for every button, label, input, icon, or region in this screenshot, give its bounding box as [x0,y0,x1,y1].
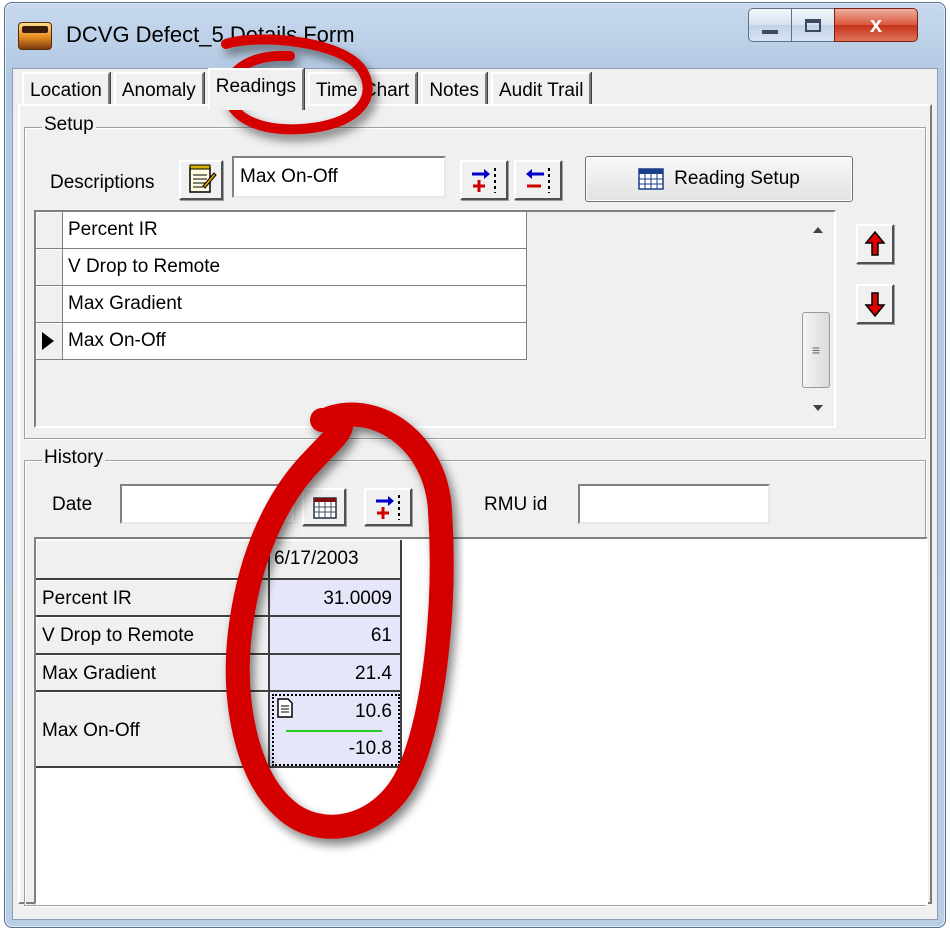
red-down-arrow-icon [864,292,886,318]
minimize-icon [762,30,778,34]
grid-row-header: Percent IR [36,580,270,617]
tab-time-chart[interactable]: Time Chart [308,72,418,108]
close-button[interactable]: x [834,8,918,42]
remove-row-icon [526,168,550,193]
tab-readings[interactable]: Readings [207,68,305,110]
row-indicator [36,249,63,285]
grid-value-cell[interactable]: 31.0009 [270,580,402,617]
edit-description-button[interactable] [179,160,223,200]
list-column-divider [526,212,527,360]
list-item[interactable]: Max Gradient [36,286,526,323]
list-item-label: Max On-Off [68,330,166,351]
app-icon [18,22,52,50]
list-item[interactable]: V Drop to Remote [36,249,526,286]
add-history-button[interactable] [364,488,412,526]
grid-value-cell[interactable]: 21.4 [270,655,402,692]
title-bar[interactable]: DCVG Defect_5 Details Form x [0,0,940,70]
note-icon [277,698,293,718]
max-off-value: -10.8 [348,738,392,759]
tab-notes[interactable]: Notes [421,72,487,108]
grid-corner-cell [36,540,270,580]
grid-row-header: V Drop to Remote [36,617,270,655]
notepad-edit-icon [189,164,217,193]
window-title: DCVG Defect_5 Details Form [66,22,355,47]
grid-column-header[interactable]: 6/17/2003 [270,540,402,580]
row-indicator [36,212,63,248]
date-picker-button[interactable] [302,488,346,526]
add-row-icon [376,495,400,520]
scroll-up-button[interactable] [808,220,828,240]
grid-row-header: Max On-Off [36,692,270,768]
grid-row-header: Max Gradient [36,655,270,692]
add-row-button[interactable] [460,160,508,200]
move-down-button[interactable] [856,284,894,324]
move-up-button[interactable] [856,224,894,264]
tab-anomaly[interactable]: Anomaly [113,72,204,108]
tab-location[interactable]: Location [22,72,110,108]
tab-strip: Location Anomaly Readings Time Chart Not… [22,68,595,110]
reading-setup-button[interactable]: Reading Setup [585,156,853,202]
row-indicator [36,323,63,359]
list-item-label: Percent IR [68,219,158,240]
grip-icon: ≡ [811,342,821,358]
history-group-label: History [42,447,106,469]
tab-audit-trail[interactable]: Audit Trail [490,72,592,108]
add-row-icon [472,168,496,193]
red-up-arrow-icon [864,230,886,256]
reading-setup-label: Reading Setup [674,168,800,189]
current-row-pointer-icon [42,332,54,350]
scroll-down-icon [813,405,823,411]
scroll-thumb[interactable]: ≡ [802,312,830,388]
descriptions-label: Descriptions [50,172,155,193]
list-item-selected[interactable]: Max On-Off [36,323,526,360]
remove-row-button[interactable] [514,160,562,200]
list-item-label: Max Gradient [68,293,183,314]
descriptions-input[interactable] [232,156,446,198]
calendar-icon [313,497,337,519]
rmu-id-input[interactable] [578,484,770,524]
date-label: Date [52,494,93,515]
date-input[interactable] [120,484,296,524]
setup-group-label: Setup [42,114,96,136]
scroll-up-icon [813,227,823,233]
maximize-icon [805,18,821,32]
rmu-id-label: RMU id [484,494,548,515]
list-item[interactable]: Percent IR [36,212,526,249]
grid-value-cell[interactable]: 61 [270,617,402,655]
scroll-down-button[interactable] [808,398,828,418]
grid-value-cell-selected[interactable]: 10.6 -10.8 [270,692,402,768]
value-divider [286,730,382,732]
close-icon: x [869,12,883,37]
list-item-label: V Drop to Remote [68,256,221,277]
maximize-button[interactable] [791,8,835,42]
max-on-value: 10.6 [355,701,392,722]
calendar-icon [638,168,664,190]
row-indicator [36,286,63,322]
minimize-button[interactable] [748,8,792,42]
